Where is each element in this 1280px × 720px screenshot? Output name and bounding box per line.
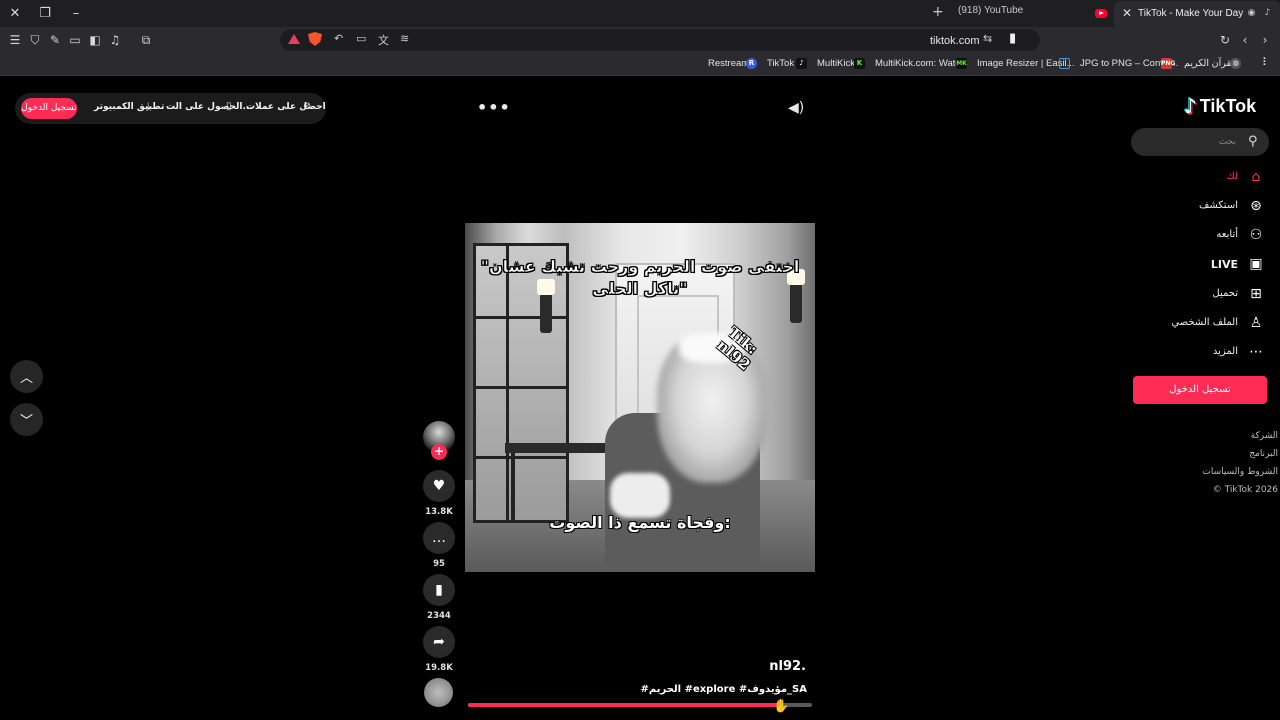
- logo-text: TikTok: [1199, 95, 1257, 116]
- tiktok-favicon-icon: ♪: [1264, 8, 1271, 18]
- nav-for-you[interactable]: لك: [1227, 171, 1238, 182]
- get-coins-link[interactable]: احصل على عملات: [246, 102, 326, 112]
- jpg-to-png-icon: PNG: [1161, 58, 1176, 69]
- bookmark-multikick[interactable]: MultiKick: [817, 58, 855, 69]
- bookmark-multikick-watch[interactable]: MultiKick.com: Watc...: [875, 58, 968, 69]
- bookmark-save-icon: ▮: [435, 582, 443, 598]
- chevron-down-icon: ﹀: [19, 414, 33, 429]
- comment-count: 95: [433, 559, 445, 569]
- sidebar-login-button[interactable]: تسجيل الدخول: [1133, 376, 1267, 404]
- top-login-button[interactable]: تسجيل الدخول: [21, 98, 77, 119]
- globe-icon: ◍: [1230, 58, 1241, 69]
- search-icon[interactable]: ⚲: [1248, 134, 1258, 149]
- more-icon[interactable]: ⋯: [1248, 344, 1264, 360]
- nav-upload[interactable]: تحميل: [1212, 288, 1238, 299]
- like-button[interactable]: ♥: [423, 470, 455, 502]
- volume-icon[interactable]: ◀): [788, 100, 804, 116]
- video-description[interactable]: #الحريم #explore #مؤيدوف_SA: [600, 684, 807, 695]
- next-video-button[interactable]: ﹀: [10, 403, 43, 436]
- shield-icon[interactable]: ⛉: [27, 32, 43, 48]
- save-count: 2344: [427, 611, 451, 621]
- home-icon[interactable]: ⌂: [1248, 169, 1264, 185]
- chevron-up-icon: ︿: [19, 371, 33, 386]
- live-icon[interactable]: ▣: [1248, 256, 1264, 272]
- video-person-hand: [610, 473, 670, 518]
- profile-icon[interactable]: ♙: [1248, 315, 1264, 331]
- video-caption-top: "اختفى صوت الحريم ورحت تشيك عشان تاكل ال…: [480, 257, 800, 299]
- bookmark-tiktok[interactable]: TikTok: [767, 58, 794, 69]
- previous-video-button[interactable]: ︿: [10, 360, 43, 393]
- menu-icon[interactable]: ☰: [7, 32, 23, 48]
- address-bar[interactable]: [280, 29, 1040, 51]
- bookmark-restream[interactable]: Restream: [708, 58, 749, 69]
- comment-icon: …: [432, 530, 446, 546]
- screenshot-icon[interactable]: ⧉: [138, 32, 154, 48]
- cast-icon[interactable]: ▭: [356, 32, 366, 45]
- music-disc[interactable]: [424, 678, 453, 707]
- tiktok-note-icon: ♪: [1184, 94, 1197, 118]
- forward-icon[interactable]: ›: [1257, 32, 1273, 48]
- close-window-icon[interactable]: ✕: [5, 4, 25, 22]
- footer-company-link[interactable]: الشركة: [1251, 431, 1278, 441]
- close-tab-icon[interactable]: ✕: [1122, 6, 1132, 20]
- tiktok-logo[interactable]: ♪ TikTok: [1184, 94, 1256, 118]
- browser-tab-bar: ✕ ❐ – + (918) YouTube ✕ TikTok - Make Yo…: [0, 0, 1280, 27]
- follow-button[interactable]: +: [431, 444, 447, 460]
- mk-icon: MK: [956, 58, 967, 69]
- url-text[interactable]: tiktok.com: [930, 35, 980, 47]
- tab-title: TikTok - Make Your Day: [1138, 8, 1244, 19]
- bookmark-quran[interactable]: القرآن الكريم: [1184, 58, 1237, 69]
- desktop-app-link[interactable]: تطبيق الكمبيوتر: [94, 102, 164, 112]
- tab-youtube[interactable]: (918) YouTube: [958, 5, 1023, 16]
- following-icon[interactable]: ⚇: [1248, 227, 1264, 243]
- bookmark-icon[interactable]: ▮: [1009, 31, 1016, 46]
- upload-icon[interactable]: ⊞: [1248, 286, 1264, 302]
- image-resizer-icon: [1059, 58, 1070, 69]
- save-button[interactable]: ▮: [423, 574, 455, 606]
- video-author[interactable]: nl92.: [740, 659, 806, 674]
- like-count: 13.8K: [425, 507, 453, 517]
- new-tab-icon[interactable]: +: [932, 4, 944, 20]
- back-icon[interactable]: ‹: [1237, 32, 1253, 48]
- compass-icon[interactable]: ⊛: [1248, 198, 1264, 214]
- music-icon[interactable]: ♫: [107, 32, 123, 48]
- share-button[interactable]: ➦: [423, 626, 455, 658]
- more-options-icon[interactable]: •••: [477, 98, 511, 117]
- nav-following[interactable]: أتابعه: [1216, 229, 1238, 240]
- restore-window-icon[interactable]: ❐: [35, 4, 55, 22]
- tiktok-bookmark-icon: ♪: [796, 58, 807, 69]
- tabs-icon[interactable]: ▭: [67, 32, 83, 48]
- minimize-window-icon[interactable]: –: [66, 4, 86, 22]
- extensions-icon[interactable]: ✎: [47, 32, 63, 48]
- translate-icon[interactable]: 文: [378, 32, 389, 48]
- search-placeholder: بحث: [1218, 137, 1236, 147]
- footer-program-link[interactable]: البرنامج: [1249, 449, 1278, 459]
- multikick-icon: K: [854, 58, 865, 69]
- nav-profile[interactable]: الملف الشخصي: [1171, 317, 1238, 328]
- bookmarks-overflow-icon[interactable]: ⠇: [1262, 56, 1270, 69]
- video-caption-bottom: وفجاة تسمع ذا الصوت:: [549, 513, 731, 532]
- share-count: 19.8K: [425, 663, 453, 673]
- restream-icon: R: [746, 58, 757, 69]
- nav-live[interactable]: LIVE: [1211, 258, 1238, 271]
- undo-icon[interactable]: ↶: [334, 32, 343, 45]
- heart-icon: ♥: [432, 478, 446, 494]
- site-settings-icon[interactable]: ⇆: [983, 32, 992, 45]
- nav-explore[interactable]: استكشف: [1199, 200, 1238, 211]
- reload-icon[interactable]: ↻: [1217, 32, 1233, 48]
- audio-icon[interactable]: ◉: [1246, 8, 1257, 19]
- comment-button[interactable]: …: [423, 522, 455, 554]
- footer-terms-link[interactable]: الشروط والسياسات: [1202, 467, 1278, 477]
- share-icon: ➦: [433, 634, 445, 650]
- tab-tiktok[interactable]: ✕ TikTok - Make Your Day ◉ ♪: [1114, 1, 1280, 27]
- seek-cursor-icon[interactable]: ✋: [773, 699, 789, 714]
- nav-more[interactable]: المزيد: [1213, 346, 1238, 357]
- brave-rewards-icon[interactable]: [288, 34, 300, 44]
- footer-copyright: © TikTok 2026: [1212, 485, 1278, 495]
- get-app-link[interactable]: الحصول على الت...: [166, 102, 253, 112]
- sidebar-icon[interactable]: ◧: [87, 32, 103, 48]
- reader-icon[interactable]: ≋: [400, 32, 409, 45]
- progress-bar-fill: [468, 703, 781, 707]
- youtube-favicon-icon: [1095, 9, 1107, 18]
